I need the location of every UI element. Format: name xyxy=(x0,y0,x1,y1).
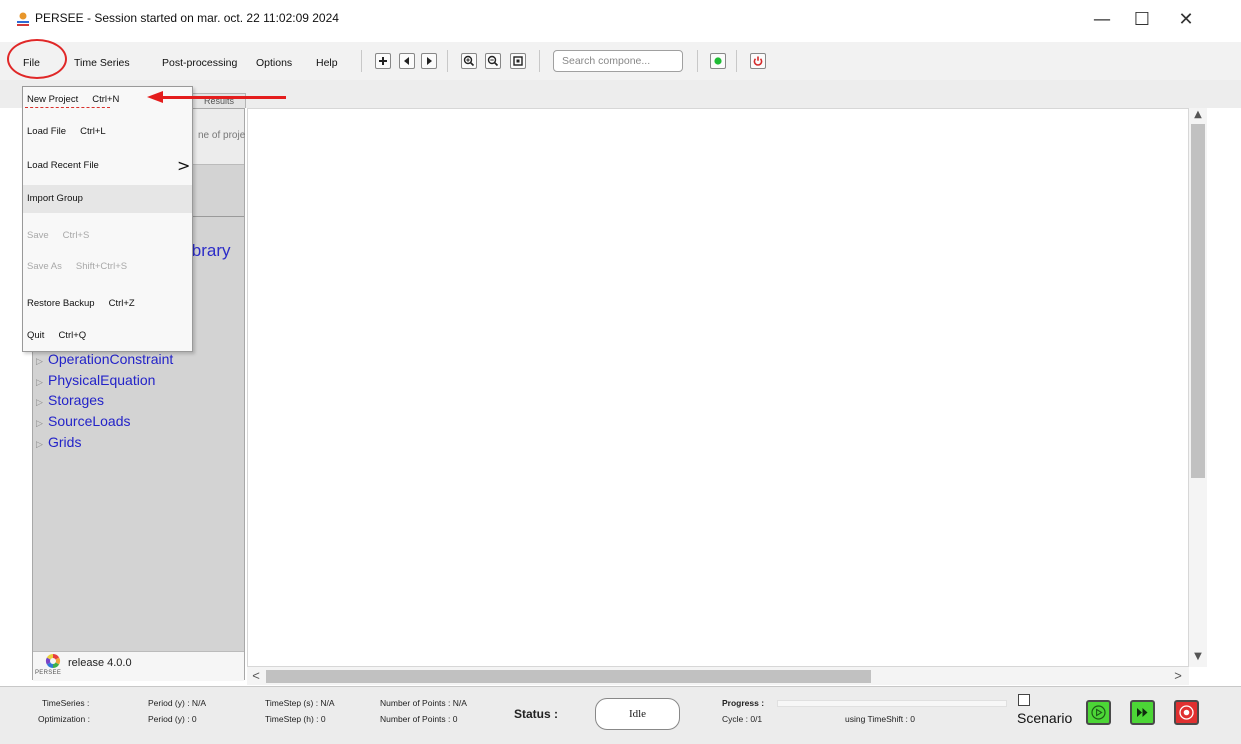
previous-icon[interactable] xyxy=(399,53,415,69)
progress-bar xyxy=(777,700,1007,707)
menu-item-import-group[interactable]: Import Group xyxy=(23,185,192,213)
expand-triangle-icon: ▷ xyxy=(36,419,43,429)
add-icon[interactable] xyxy=(375,53,391,69)
expand-triangle-icon: ▷ xyxy=(36,378,43,388)
status-label: Status : xyxy=(514,707,559,721)
menu-help[interactable]: Help xyxy=(316,57,338,69)
submenu-arrow-icon: > xyxy=(177,156,191,175)
period-timeseries: Period (y) : N/A xyxy=(148,698,207,708)
fast-forward-icon xyxy=(1137,708,1148,717)
menu-options[interactable]: Options xyxy=(256,57,292,69)
tree-item-storages[interactable]: ▷ Storages xyxy=(36,392,104,408)
project-name-field[interactable]: ne of proje xyxy=(198,130,245,141)
tree-item-source-loads[interactable]: ▷ SourceLoads xyxy=(36,413,131,429)
library-heading: ibrary xyxy=(188,241,231,260)
expand-triangle-icon: ▷ xyxy=(36,398,43,408)
annotation-circle xyxy=(7,39,67,79)
scroll-left-icon[interactable]: < xyxy=(250,669,262,683)
timeshift-info: using TimeShift : 0 xyxy=(845,714,915,724)
optimization-label: Optimization : xyxy=(38,714,90,724)
annotation-dashed-underline xyxy=(25,107,110,108)
play-button[interactable] xyxy=(1086,700,1111,725)
menu-item-new-project[interactable]: New Project Ctrl+N xyxy=(23,86,192,114)
timestep-hours: TimeStep (h) : 0 xyxy=(265,714,326,724)
toolbar-separator xyxy=(539,50,540,72)
scenario-label: Scenario xyxy=(1017,710,1073,726)
close-button[interactable]: ✕ xyxy=(1166,8,1206,34)
record-stop-icon xyxy=(1179,705,1194,720)
toolbar-separator xyxy=(697,50,698,72)
search-input[interactable]: Search compone... xyxy=(553,50,683,72)
expand-triangle-icon: ▷ xyxy=(36,357,43,367)
zoom-out-icon[interactable] xyxy=(485,53,501,69)
persee-logo-icon xyxy=(45,653,61,669)
menu-time-series[interactable]: Time Series xyxy=(74,57,130,69)
toolbar-separator xyxy=(361,50,362,72)
release-box xyxy=(33,651,244,681)
menu-item-save: Save Ctrl+S xyxy=(27,230,90,241)
expand-triangle-icon: ▷ xyxy=(36,440,43,450)
minimize-button[interactable]: — xyxy=(1082,8,1122,34)
scenario-checkbox[interactable] xyxy=(1018,694,1030,706)
stop-button[interactable] xyxy=(1174,700,1199,725)
persee-logo-text: PERSEE xyxy=(35,670,62,676)
scroll-up-icon[interactable]: ▲ xyxy=(1191,108,1205,122)
tree-item-operation-constraint[interactable]: ▷ OperationConstraint xyxy=(36,351,173,367)
fast-forward-button[interactable] xyxy=(1130,700,1155,725)
fit-view-icon[interactable] xyxy=(510,53,526,69)
status-value: Idle xyxy=(595,698,680,730)
menu-item-restore-backup[interactable]: Restore Backup Ctrl+Z xyxy=(23,290,192,318)
release-version: release 4.0.0 xyxy=(68,657,132,669)
run-status-icon[interactable] xyxy=(710,53,726,69)
number-of-points-optimization: Number of Points : 0 xyxy=(380,714,458,724)
tree-item-grids[interactable]: ▷ Grids xyxy=(36,434,81,450)
next-icon[interactable] xyxy=(421,53,437,69)
progress-label: Progress : xyxy=(722,698,765,708)
period-optimization: Period (y) : 0 xyxy=(148,714,197,724)
scroll-right-icon[interactable]: > xyxy=(1172,669,1184,683)
play-icon xyxy=(1091,705,1106,720)
number-of-points-timeseries: Number of Points : N/A xyxy=(380,698,467,708)
toolbar-separator xyxy=(736,50,737,72)
scroll-down-icon[interactable]: ▼ xyxy=(1191,650,1205,664)
toolbar-separator xyxy=(447,50,448,72)
menu-item-save-as: Save As Shift+Ctrl+S xyxy=(27,261,128,272)
horizontal-scroll-thumb[interactable] xyxy=(266,670,871,683)
maximize-button[interactable]: ☐ xyxy=(1122,8,1162,34)
vertical-scroll-thumb[interactable] xyxy=(1191,124,1205,478)
power-icon[interactable] xyxy=(750,53,766,69)
zoom-in-icon[interactable] xyxy=(461,53,477,69)
annotation-arrow-head-icon xyxy=(147,91,163,103)
annotation-arrow-shaft xyxy=(162,96,286,99)
persee-app-icon xyxy=(17,12,29,26)
timestep-seconds: TimeStep (s) : N/A xyxy=(265,698,335,708)
menu-item-quit[interactable]: Quit Ctrl+Q xyxy=(23,322,192,350)
window-title: PERSEE - Session started on mar. oct. 22… xyxy=(35,11,339,25)
menu-item-load-file[interactable]: Load File Ctrl+L xyxy=(23,118,192,146)
menu-item-load-recent-file[interactable]: Load Recent File > xyxy=(23,152,192,180)
timeseries-label: TimeSeries : xyxy=(42,698,90,708)
cycle-counter: Cycle : 0/1 xyxy=(722,714,763,724)
menu-post-processing[interactable]: Post-processing xyxy=(162,57,237,69)
tree-item-physical-equation[interactable]: ▷ PhysicalEquation xyxy=(36,372,155,388)
workspace-canvas[interactable] xyxy=(247,108,1189,667)
